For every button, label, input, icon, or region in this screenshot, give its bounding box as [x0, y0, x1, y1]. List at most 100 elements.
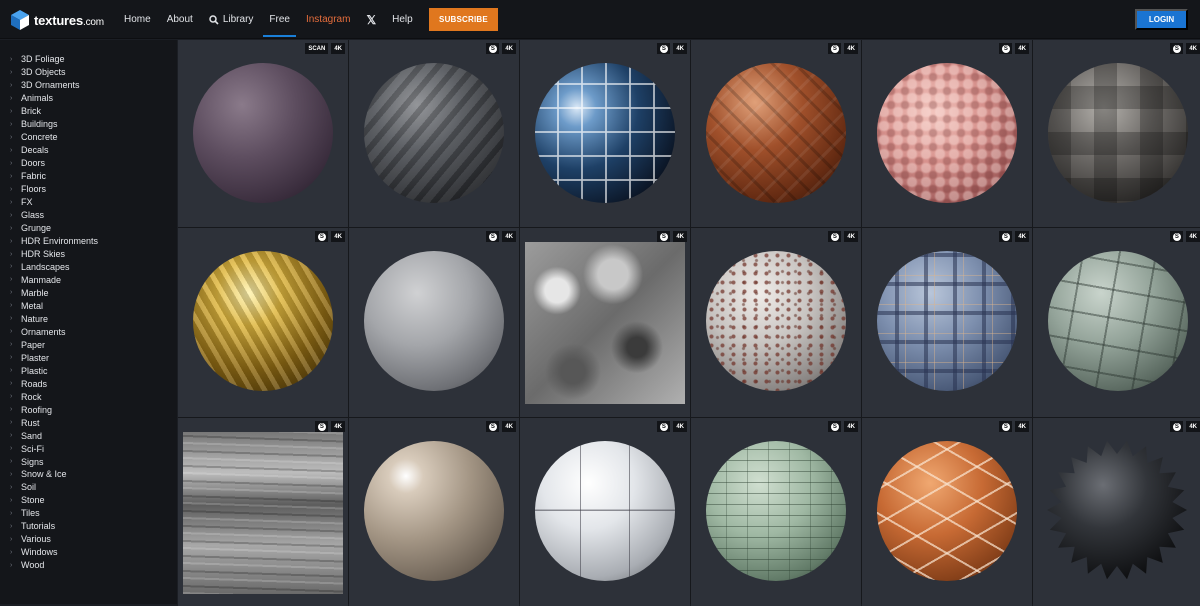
nav-x[interactable]: 𝕏: [358, 0, 384, 39]
sidebar-category-item[interactable]: › HDR Environments: [0, 235, 177, 248]
sidebar-category-item[interactable]: › Plaster: [0, 351, 177, 364]
nav-home[interactable]: Home: [116, 0, 159, 39]
sidebar-category-item[interactable]: › Grunge: [0, 222, 177, 235]
sidebar-category-item[interactable]: › Windows: [0, 546, 177, 559]
texture-tile[interactable]: S 4K: [1033, 228, 1200, 417]
nav-library-label: Library: [222, 14, 254, 25]
texture-tile[interactable]: S 4K: [862, 228, 1032, 417]
texture-tile[interactable]: S 4K: [1033, 418, 1200, 606]
sidebar-category-item[interactable]: › Soil: [0, 481, 177, 494]
sidebar-category-item[interactable]: › Tiles: [0, 507, 177, 520]
site-logo[interactable]: textures.com: [10, 9, 104, 31]
chevron-right-icon: ›: [10, 341, 13, 349]
nav-about[interactable]: About: [159, 0, 201, 39]
resolution-badge: 4K: [502, 421, 516, 432]
chevron-right-icon: ›: [10, 419, 13, 427]
sidebar-category-item[interactable]: › Sci-Fi: [0, 442, 177, 455]
chevron-right-icon: ›: [10, 250, 13, 258]
sidebar-category-item[interactable]: › 3D Ornaments: [0, 79, 177, 92]
texture-tile[interactable]: S 4K: [691, 418, 861, 606]
substance-icon: S: [999, 43, 1013, 54]
substance-icon: S: [315, 421, 329, 432]
sidebar-category-item[interactable]: › Brick: [0, 105, 177, 118]
texture-tile[interactable]: S 4K: [349, 418, 519, 606]
texture-tile[interactable]: S 4K: [862, 418, 1032, 606]
sidebar-category-item[interactable]: › Sand: [0, 429, 177, 442]
resolution-badge: 4K: [1186, 421, 1200, 432]
texture-tile[interactable]: S 4K: [862, 40, 1032, 227]
sidebar-category-item[interactable]: › Glass: [0, 209, 177, 222]
sidebar-category-label: 3D Ornaments: [21, 80, 80, 91]
sidebar-category-item[interactable]: › Signs: [0, 455, 177, 468]
texture-tile[interactable]: S 4K: [349, 228, 519, 417]
substance-icon: S: [486, 43, 500, 54]
resolution-badge: 4K: [331, 421, 345, 432]
chevron-right-icon: ›: [10, 133, 13, 141]
chevron-right-icon: ›: [10, 81, 13, 89]
resolution-badge: 4K: [1015, 231, 1029, 242]
sidebar-category-item[interactable]: › Concrete: [0, 131, 177, 144]
tile-badges: S 4K: [315, 231, 345, 242]
nav-library[interactable]: Library: [201, 0, 262, 39]
sidebar-category-label: HDR Skies: [21, 249, 66, 260]
chevron-right-icon: ›: [10, 68, 13, 76]
sidebar-category-item[interactable]: › Rock: [0, 390, 177, 403]
chevron-right-icon: ›: [10, 276, 13, 284]
sidebar-category-label: Sci-Fi: [21, 443, 44, 454]
texture-tile[interactable]: S 4K: [520, 228, 690, 417]
sidebar-category-item[interactable]: › Various: [0, 533, 177, 546]
tile-badges: S 4K: [828, 421, 858, 432]
texture-tile[interactable]: S 4K: [520, 418, 690, 606]
sidebar-category-item[interactable]: › Roads: [0, 377, 177, 390]
sidebar-category-item[interactable]: › Floors: [0, 183, 177, 196]
sidebar-category-label: Snow & Ice: [21, 469, 67, 480]
login-button[interactable]: LOGIN: [1135, 9, 1188, 30]
sidebar-category-item[interactable]: › Paper: [0, 338, 177, 351]
texture-tile[interactable]: S 4K: [178, 228, 348, 417]
sidebar-category-item[interactable]: › Manmade: [0, 273, 177, 286]
texture-tile[interactable]: S 4K: [178, 418, 348, 606]
sidebar-category-item[interactable]: › Buildings: [0, 118, 177, 131]
texture-tile[interactable]: S 4K: [691, 40, 861, 227]
sidebar-category-item[interactable]: › Wood: [0, 559, 177, 572]
texture-tile[interactable]: S 4K: [349, 40, 519, 227]
substance-icon: S: [486, 231, 500, 242]
sidebar-category-item[interactable]: › HDR Skies: [0, 248, 177, 261]
tile-badges: S 4K: [999, 43, 1029, 54]
logo-text: textures.com: [34, 12, 104, 28]
sidebar-category-item[interactable]: › Plastic: [0, 364, 177, 377]
texture-tile[interactable]: S 4K: [1033, 40, 1200, 227]
sidebar-category-item[interactable]: › 3D Objects: [0, 66, 177, 79]
texture-tile[interactable]: S 4K: [520, 40, 690, 227]
texture-tile[interactable]: SCAN 4K: [178, 40, 348, 227]
material-sphere-preview: [535, 63, 675, 203]
chevron-right-icon: ›: [10, 509, 13, 517]
sidebar-category-item[interactable]: › Animals: [0, 92, 177, 105]
sidebar-category-item[interactable]: › Metal: [0, 299, 177, 312]
sidebar-category-item[interactable]: › Landscapes: [0, 261, 177, 274]
sidebar-category-item[interactable]: › Tutorials: [0, 520, 177, 533]
texture-tile[interactable]: S 4K: [691, 228, 861, 417]
chevron-right-icon: ›: [10, 406, 13, 414]
resolution-badge: 4K: [673, 231, 687, 242]
sidebar-category-item[interactable]: › FX: [0, 196, 177, 209]
sidebar-category-item[interactable]: › Marble: [0, 286, 177, 299]
sidebar-category-item[interactable]: › Stone: [0, 494, 177, 507]
sidebar-category-item[interactable]: › Fabric: [0, 170, 177, 183]
sidebar-category-item[interactable]: › Rust: [0, 416, 177, 429]
sidebar-category-item[interactable]: › Roofing: [0, 403, 177, 416]
sidebar-category-item[interactable]: › Decals: [0, 144, 177, 157]
nav-free[interactable]: Free: [261, 0, 298, 39]
tile-badges: S 4K: [486, 231, 516, 242]
sidebar-category-item[interactable]: › Ornaments: [0, 325, 177, 338]
sidebar-category-item[interactable]: › Doors: [0, 157, 177, 170]
nav-help[interactable]: Help: [384, 0, 421, 39]
sidebar-category-label: Windows: [21, 547, 58, 558]
chevron-right-icon: ›: [10, 496, 13, 504]
sidebar-category-item[interactable]: › 3D Foliage: [0, 53, 177, 66]
nav-instagram[interactable]: Instagram: [298, 0, 358, 39]
sidebar-category-item[interactable]: › Snow & Ice: [0, 468, 177, 481]
sidebar-category-label: Landscapes: [21, 261, 70, 272]
sidebar-category-item[interactable]: › Nature: [0, 312, 177, 325]
subscribe-button[interactable]: SUBSCRIBE: [429, 8, 498, 31]
